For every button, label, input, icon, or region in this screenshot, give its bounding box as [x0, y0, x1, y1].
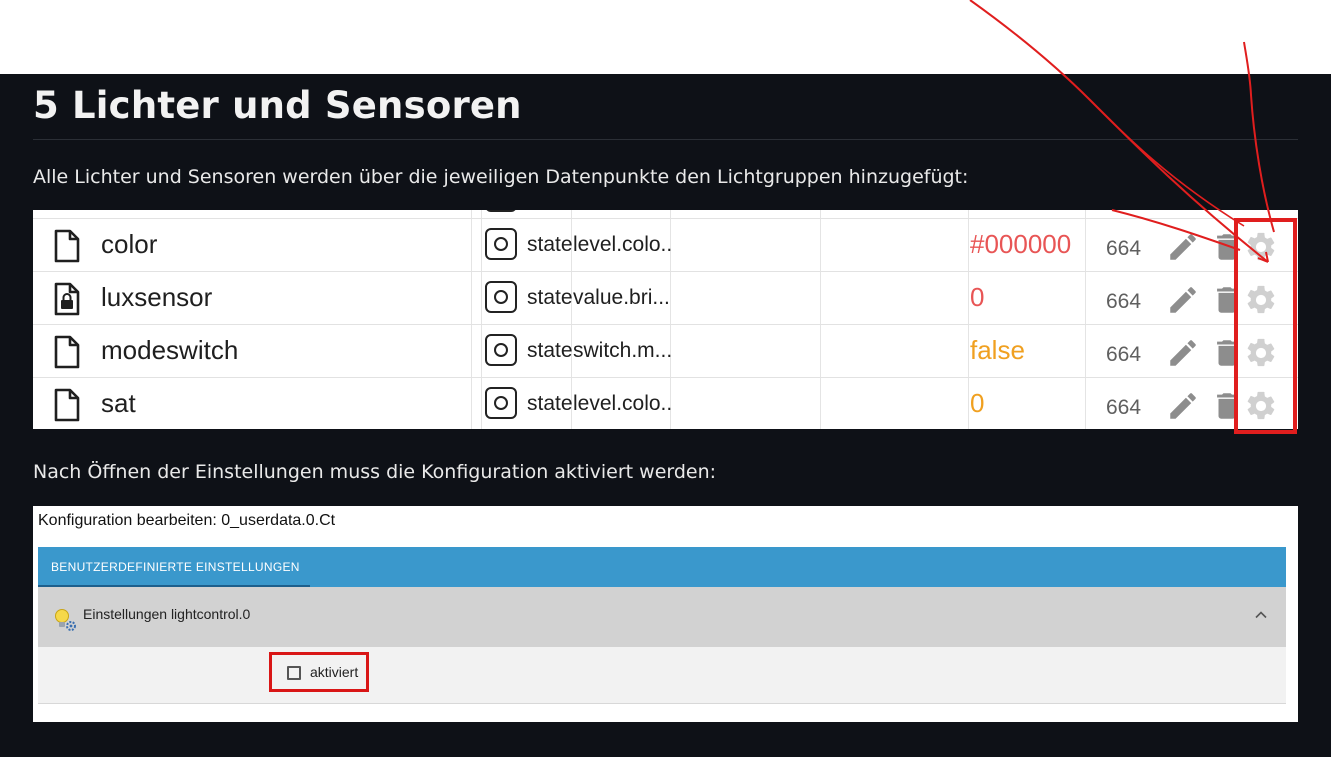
tab-label: BENUTZERDEFINIERTE EINSTELLUNGEN	[51, 560, 300, 574]
edit-icon[interactable]	[1166, 283, 1200, 317]
config-tab-bar: BENUTZERDEFINIERTE EINSTELLUNGEN	[38, 547, 1286, 587]
intro-paragraph: Alle Lichter und Sensoren werden über di…	[33, 166, 969, 188]
chevron-up-icon[interactable]	[1254, 608, 1268, 622]
activated-checkbox-label[interactable]: aktiviert	[310, 664, 358, 680]
file-icon	[54, 229, 80, 263]
accordion-label: Einstellungen lightcontrol.0	[83, 606, 251, 622]
object-type: state	[527, 339, 573, 362]
object-value[interactable]: #000000	[970, 229, 1071, 260]
object-name[interactable]: color	[101, 229, 157, 260]
bulb-settings-icon	[55, 609, 76, 631]
config-instruction-paragraph: Nach Öffnen der Einstellungen muss die K…	[33, 461, 717, 483]
object-acl: 664	[1106, 290, 1142, 313]
edit-icon[interactable]	[1166, 230, 1200, 264]
object-type: state	[527, 392, 573, 415]
table-row[interactable]: color state level.colo... #000000 664	[33, 218, 1298, 271]
accordion-body: aktiviert	[38, 647, 1286, 704]
state-type-icon	[485, 281, 517, 313]
object-name[interactable]: sat	[101, 388, 136, 419]
edit-icon[interactable]	[1166, 336, 1200, 370]
object-role: switch.m...	[573, 339, 673, 362]
state-type-icon	[485, 228, 517, 260]
file-icon	[54, 335, 80, 369]
state-type-icon	[485, 334, 517, 366]
activated-checkbox-highlight: aktiviert	[269, 652, 369, 692]
object-role: level.colo...	[573, 392, 673, 415]
state-type-icon	[485, 387, 517, 419]
edit-icon[interactable]	[1166, 389, 1200, 423]
table-row[interactable]: luxsensor state value.bri... 0 664	[33, 271, 1298, 324]
table-row[interactable]: sat state level.colo... 0 664	[33, 377, 1298, 429]
gear-column-highlight	[1234, 218, 1297, 434]
object-value[interactable]: 0	[970, 388, 984, 419]
object-role: level.colo...	[573, 233, 673, 256]
title-divider	[33, 139, 1298, 140]
file-icon	[54, 388, 80, 422]
object-role: value.bri...	[573, 286, 670, 309]
locked-file-icon	[54, 282, 80, 316]
table-row[interactable]: modeswitch state switch.m... false 664	[33, 324, 1298, 377]
object-type: state	[527, 286, 573, 309]
tab-custom-settings[interactable]: BENUTZERDEFINIERTE EINSTELLUNGEN	[38, 547, 310, 587]
object-acl: 664	[1106, 343, 1142, 366]
config-dialog-title: Konfiguration bearbeiten: 0_userdata.0.C…	[38, 512, 336, 529]
object-value[interactable]: 0	[970, 282, 984, 313]
accordion-lightcontrol-header[interactable]: Einstellungen lightcontrol.0	[38, 587, 1286, 647]
object-acl: 664	[1106, 396, 1142, 419]
object-value[interactable]: false	[970, 335, 1025, 366]
object-name[interactable]: luxsensor	[101, 282, 212, 313]
top-margin	[0, 0, 1331, 74]
objects-table: color state level.colo... #000000 664 lu…	[33, 210, 1298, 429]
activated-checkbox[interactable]	[287, 666, 301, 680]
partial-row-above	[485, 210, 517, 212]
object-type: state	[527, 233, 573, 256]
object-name[interactable]: modeswitch	[101, 335, 238, 366]
object-acl: 664	[1106, 237, 1142, 260]
config-dialog: Konfiguration bearbeiten: 0_userdata.0.C…	[33, 506, 1298, 722]
page-title: 5 Lichter und Sensoren	[33, 84, 522, 127]
